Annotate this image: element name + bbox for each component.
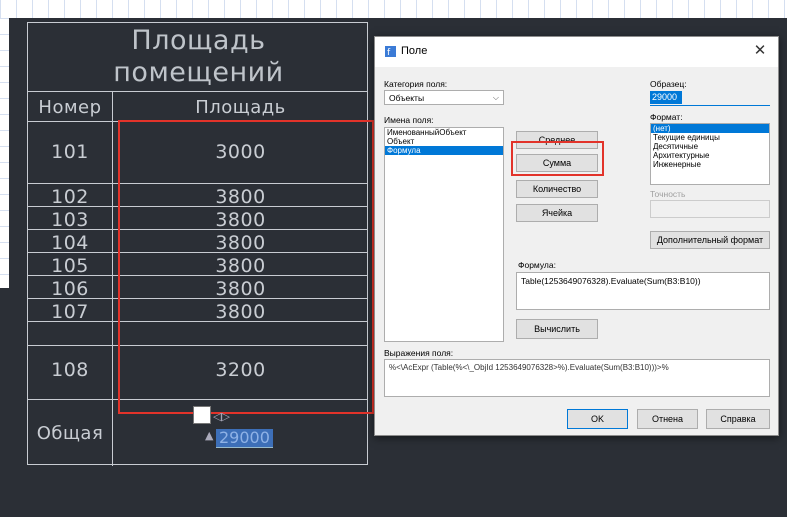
precision-label: Точность: [650, 189, 686, 199]
count-button[interactable]: Количество: [516, 180, 598, 198]
resize-arrow-icon[interactable]: ◁▷: [213, 410, 230, 423]
header-area: Площадь: [195, 97, 286, 118]
list-item[interactable]: ИменованныйОбъект: [385, 128, 503, 137]
dialog-titlebar[interactable]: f Поле ✕: [375, 37, 778, 67]
category-value: Объекты: [389, 93, 425, 103]
precision-select: [650, 200, 770, 218]
cell-number[interactable]: 102: [28, 186, 112, 208]
category-label: Категория поля:: [384, 79, 448, 89]
cell-number[interactable]: 105: [28, 255, 112, 277]
total-field-value[interactable]: 29000: [216, 429, 273, 448]
header-number: Номер: [38, 97, 102, 118]
field-app-icon: f: [385, 46, 396, 57]
sample-label: Образец:: [650, 79, 687, 89]
list-item[interactable]: Текущие единицы: [651, 133, 769, 142]
list-item[interactable]: Десятичные: [651, 142, 769, 151]
stepper-arrow-icon[interactable]: ▲: [205, 429, 213, 442]
field-names-label: Имена поля:: [384, 115, 434, 125]
cell-number[interactable]: 104: [28, 232, 112, 254]
cell-number[interactable]: 106: [28, 278, 112, 300]
formula-label: Формула:: [518, 260, 556, 270]
category-select[interactable]: Объекты ⌵: [384, 90, 504, 105]
table-grip-icon[interactable]: [193, 406, 211, 424]
expression-field[interactable]: %<\AcExpr (Table(%<\_ObjId 1253649076328…: [384, 359, 770, 397]
chevron-down-icon: ⌵: [492, 93, 499, 102]
format-label: Формат:: [650, 112, 683, 122]
cell-number[interactable]: 108: [28, 359, 112, 381]
field-names-list[interactable]: ИменованныйОбъект Объект Формула: [384, 127, 504, 342]
table-title-line2: помещений: [113, 57, 284, 88]
total-label: Общая: [36, 423, 104, 444]
highlight-sum-button: [511, 141, 604, 176]
cell-number[interactable]: 103: [28, 209, 112, 231]
extra-format-button[interactable]: Дополнительный формат: [650, 231, 770, 249]
highlight-area-column: [118, 120, 374, 414]
format-list[interactable]: (нет) Текущие единицы Десятичные Архитек…: [650, 123, 770, 185]
close-icon[interactable]: ✕: [750, 41, 770, 61]
expression-label: Выражения поля:: [384, 348, 454, 358]
list-item[interactable]: Инженерные: [651, 160, 769, 169]
dialog-title: Поле: [401, 45, 428, 57]
table-divider: [28, 91, 367, 92]
sample-underline: [650, 105, 770, 106]
drawing-grid-top: [0, 0, 787, 18]
help-button[interactable]: Справка: [706, 409, 770, 429]
field-dialog[interactable]: f Поле ✕ Категория поля: Объекты ⌵ Имена…: [374, 36, 779, 436]
cell-number[interactable]: 107: [28, 301, 112, 323]
ok-button[interactable]: OK: [567, 409, 628, 429]
cancel-button[interactable]: Отнена: [637, 409, 698, 429]
table-title-line1: Площадь: [131, 25, 266, 56]
list-item-selected[interactable]: (нет): [651, 124, 769, 133]
cell-button[interactable]: Ячейка: [516, 204, 598, 222]
evaluate-button[interactable]: Вычислить: [516, 319, 598, 339]
list-item[interactable]: Объект: [385, 137, 503, 146]
cell-number[interactable]: 101: [28, 141, 112, 163]
drawing-grid-left: [0, 18, 9, 288]
formula-input[interactable]: Table(1253649076328).Evaluate(Sum(B3:B10…: [516, 272, 770, 310]
list-item[interactable]: Архитектурные: [651, 151, 769, 160]
sample-value[interactable]: 29000: [650, 91, 682, 104]
list-item-selected[interactable]: Формула: [385, 146, 503, 155]
